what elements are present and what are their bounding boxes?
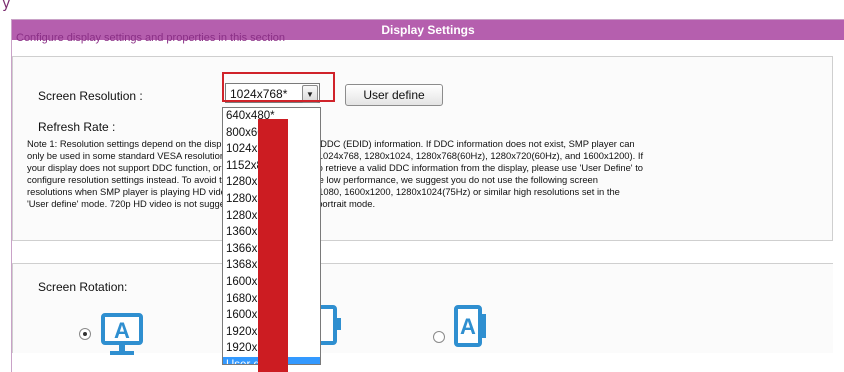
screen-rotation-label: Screen Rotation: bbox=[38, 280, 128, 294]
user-define-button[interactable]: User define bbox=[345, 84, 443, 106]
rotation-radio-portrait[interactable] bbox=[433, 331, 445, 343]
monitor-portrait-icon[interactable]: A bbox=[453, 304, 489, 348]
intro-text: Configure display settings and propertie… bbox=[16, 32, 286, 44]
note-line: only be used in some standard VESA resol… bbox=[27, 150, 644, 162]
svg-text:A: A bbox=[460, 314, 476, 339]
resolution-select-highlight bbox=[222, 72, 335, 102]
note-line: configure resolution settings instead. T… bbox=[27, 174, 598, 186]
screen-resolution-label: Screen Resolution : bbox=[38, 89, 143, 103]
note-line: resolutions when SMP player is playing H… bbox=[27, 186, 620, 198]
note-line: Note 1: Resolution settings depend on th… bbox=[27, 138, 635, 149]
note-text: Note 1: Resolution settings depend on th… bbox=[27, 138, 833, 211]
annotation-bar bbox=[258, 119, 288, 372]
refresh-rate-label: Refresh Rate : bbox=[38, 120, 116, 134]
note-line: 'User define' mode. 720p HD video is not… bbox=[27, 198, 376, 210]
radio-dot bbox=[83, 332, 87, 336]
rotation-radio-landscape[interactable] bbox=[79, 328, 91, 340]
monitor-landscape-icon[interactable]: A bbox=[100, 312, 144, 358]
svg-text:A: A bbox=[114, 318, 130, 343]
note-line: your display does not support DDC functi… bbox=[27, 162, 644, 174]
corner-glyph: y bbox=[2, 0, 11, 12]
